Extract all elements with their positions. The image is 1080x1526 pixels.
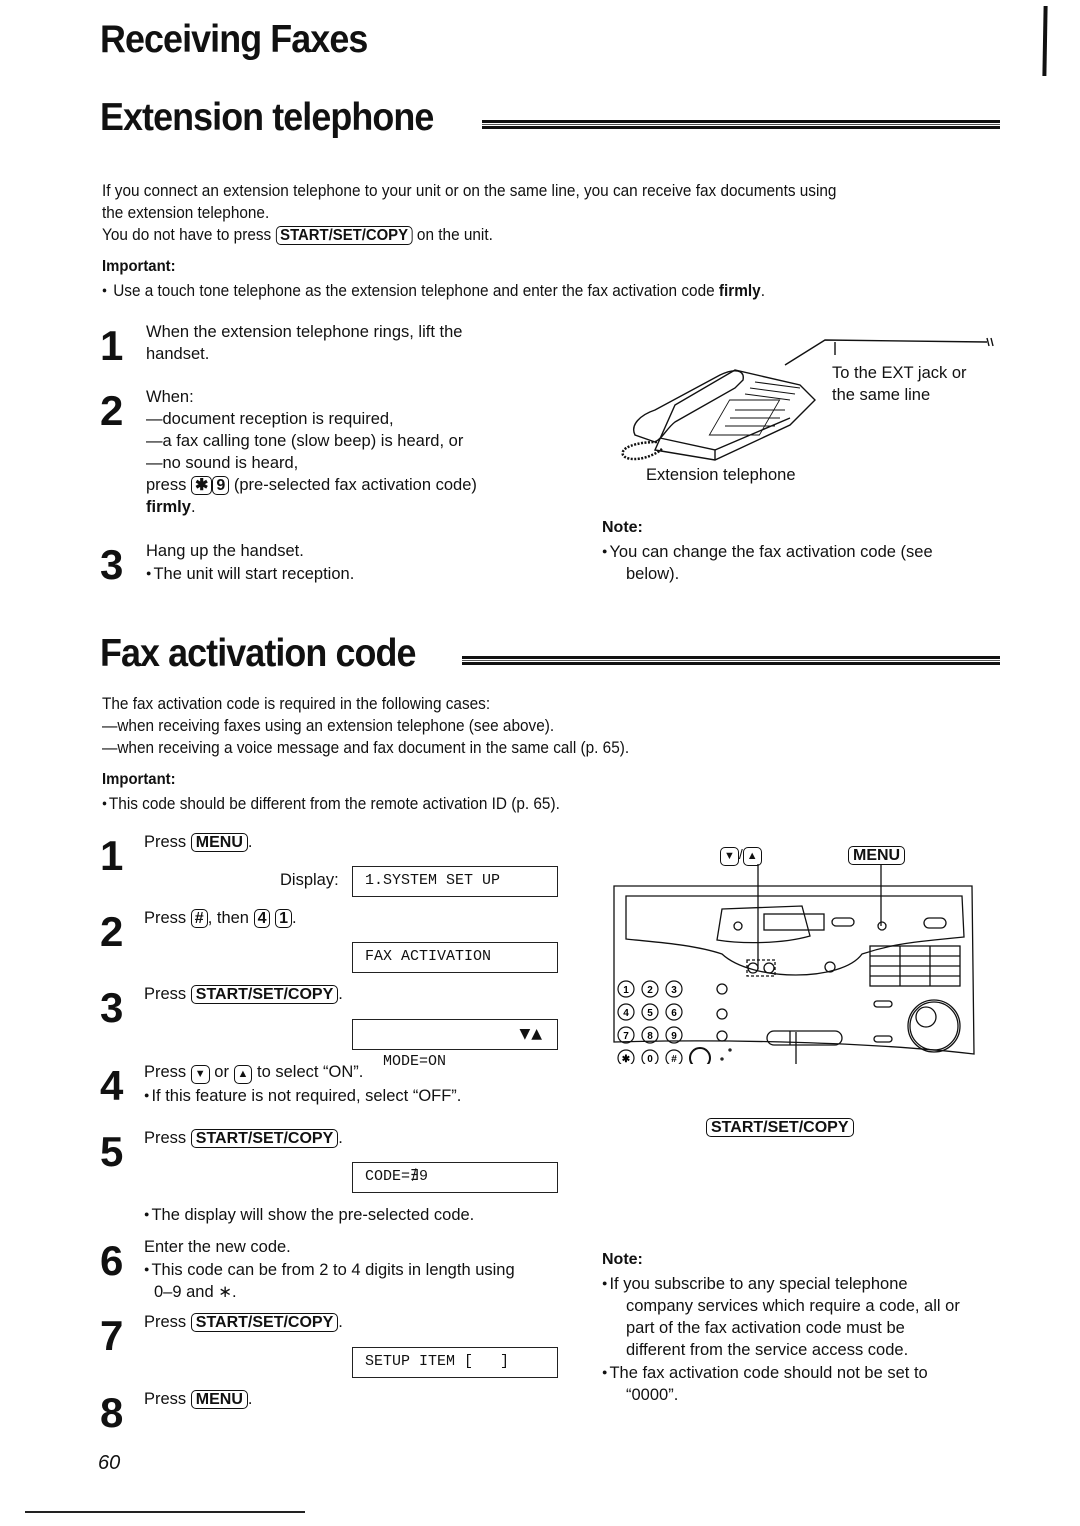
start-set-copy-key: START/SET/COPY [706, 1118, 854, 1137]
dial-keypad: 1 2 3 4 5 6 7 8 9 ✱ 0 # [617, 980, 711, 1064]
important-label: Important: [102, 771, 176, 788]
lcd-display: 1.SYSTEM SET UP [352, 866, 558, 897]
step-bullet: The display will show the pre-selected c… [144, 1203, 474, 1226]
keypad-key-label: 1 [623, 985, 629, 996]
menu-button [877, 921, 887, 931]
keypad-key-label: 5 [647, 1008, 653, 1019]
page-number: 60 [98, 1452, 121, 1474]
intro-line: If you connect an extension telephone to… [102, 182, 837, 200]
step-text: Press START/SET/COPY. [144, 985, 343, 1004]
step-text: Press START/SET/COPY. [144, 1129, 343, 1148]
section-rule [462, 656, 1000, 665]
star-key: ✱ [190, 476, 213, 495]
section-title-extension: Extension telephone [100, 96, 434, 139]
step-number: 2 [100, 387, 124, 434]
section-title-fax-code: Fax activation code [100, 632, 416, 675]
step-text: Hang up the handset. The unit will start… [146, 540, 354, 585]
redial-button [689, 1047, 711, 1064]
intro-line: the extension telephone. [102, 204, 270, 222]
fax-control-panel: 1 2 3 4 5 6 7 8 9 ✱ 0 # [613, 864, 975, 1064]
lcd-display: MODE=ON ▼▲ [352, 1019, 558, 1070]
menu-key: MENU [190, 833, 248, 852]
extension-intro: If you connect an extension telephone to… [102, 180, 836, 246]
step-text: Press MENU. [144, 833, 253, 852]
hash-key: # [190, 909, 208, 928]
phone-base [653, 369, 816, 461]
keypad-key-label: 2 [647, 985, 653, 996]
note-list: If you subscribe to any special telephon… [602, 1272, 959, 1406]
fax-code-intro: The fax activation code is required in t… [102, 695, 630, 757]
step-number: 4 [100, 1062, 124, 1109]
menu-key-label: MENU [848, 846, 906, 865]
press-line: You do not have to press START/SET/COPY … [102, 226, 493, 245]
keypad-key-label: 3 [671, 985, 677, 996]
margin-marker [1042, 5, 1048, 77]
nine-key: 9 [212, 476, 230, 495]
step-text: When the extension telephone rings, lift… [146, 323, 463, 363]
navigator-dial [907, 999, 961, 1053]
step-number: 3 [100, 984, 124, 1031]
keypad-key-label: ✱ [622, 1054, 631, 1064]
lcd-display: CODE=∄9 [352, 1162, 558, 1193]
lcd-screen [763, 913, 825, 931]
display-label: Display: [280, 871, 339, 889]
keypad-key-label: 4 [623, 1008, 629, 1019]
step-text: Press ▼ or ▲ to select “ON”. If this fea… [144, 1061, 461, 1107]
one-key: 1 [275, 909, 292, 928]
lcd-display: SETUP ITEM [ ] [352, 1347, 558, 1378]
start-set-copy-key: START/SET/COPY [275, 226, 413, 245]
start-set-copy-key: START/SET/COPY [190, 1129, 339, 1148]
step-text: Press START/SET/COPY. [144, 1313, 343, 1332]
down-arrow-key: ▼ [190, 1065, 210, 1084]
important-text: Use a touch tone telephone as the extens… [102, 279, 765, 302]
step-number: 1 [100, 832, 124, 879]
important-label: Important: [102, 258, 176, 275]
keypad-key-label: 8 [647, 1031, 653, 1042]
illustration-caption: Extension telephone [646, 466, 796, 484]
step-text: Press MENU. [144, 1390, 253, 1409]
footer-rule [25, 1511, 305, 1513]
up-button [763, 962, 775, 974]
note-label: Note: [602, 519, 643, 536]
up-arrow-key: ▲ [233, 1065, 253, 1084]
step-number: 7 [100, 1312, 124, 1359]
keypad-key-label: # [671, 1054, 677, 1064]
chapter-title: Receiving Faxes [100, 18, 368, 61]
step-number: 3 [100, 541, 124, 588]
callout-text: To the EXT jack or the same line [832, 364, 967, 404]
note-label: Note: [602, 1251, 643, 1268]
step-number: 6 [100, 1237, 124, 1284]
four-key: 4 [253, 909, 271, 928]
step-number: 5 [100, 1128, 124, 1175]
step-number: 2 [100, 908, 124, 955]
important-text: This code should be different from the r… [102, 792, 560, 815]
step-number: 1 [100, 322, 124, 369]
step-text: Press #, then 4 1. [144, 909, 297, 928]
step-text: Enter the new code. This code can be fro… [144, 1236, 515, 1303]
arrows-indicator: ▼▲ [519, 1026, 543, 1042]
arrow-keys-label: ▼ / ▲ [720, 846, 762, 866]
section-rule [482, 120, 1000, 129]
panel-body [613, 885, 975, 1055]
step-text: When: —document reception is required, —… [146, 388, 477, 516]
keypad-key-label: 0 [647, 1054, 653, 1064]
start-set-copy-key: START/SET/COPY [190, 985, 339, 1004]
start-key-label: START/SET/COPY [706, 1118, 854, 1137]
keypad-key-label: 6 [671, 1008, 677, 1019]
step-number: 8 [100, 1389, 124, 1436]
keypad-key-label: 7 [623, 1031, 629, 1042]
start-set-copy-key: START/SET/COPY [190, 1313, 339, 1332]
note-text: You can change the fax activation code (… [602, 540, 932, 585]
handset [633, 370, 744, 443]
keypad-key-label: 9 [671, 1031, 677, 1042]
menu-key: MENU [190, 1390, 248, 1409]
lcd-display: FAX ACTIVATION [352, 942, 558, 973]
menu-key: MENU [848, 846, 906, 865]
